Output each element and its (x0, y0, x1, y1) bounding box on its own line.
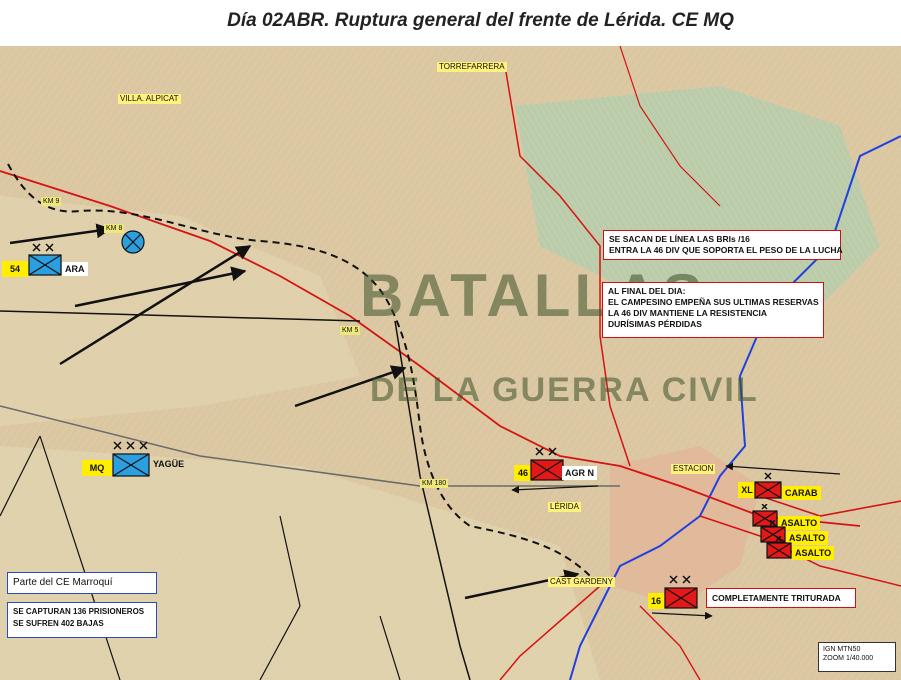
unit-ara-number: 54 (2, 261, 28, 277)
unit-carab-name: CARAB (782, 486, 821, 500)
infantry-division-icon[interactable] (28, 243, 62, 277)
box-ign-line1: IGN MTN50 (823, 646, 861, 653)
km-180: KM 180 (420, 479, 449, 488)
place-cast-gardeny: CAST GARDENY (548, 577, 615, 587)
infantry-division-icon[interactable] (530, 446, 564, 482)
box-ign-line2: ZOOM 1/40.000 (823, 655, 874, 662)
box-parte: Parte del CE Marroquí (7, 572, 157, 594)
page: Día 02ABR. Ruptura general del frente de… (0, 0, 901, 680)
callout-triturada-text: COMPLETAMENTE TRITURADA (712, 593, 841, 603)
place-lerida: LÉRIDA (548, 502, 581, 512)
unit-asalto-name-3: ASALTO (792, 546, 835, 560)
place-torrefarrera: TORREFARRERA (437, 62, 507, 72)
callout-bris-line2: ENTRA LA 46 DIV QUE SOPORTA EL PESO DE L… (609, 245, 843, 255)
unit-16-number: 16 (648, 593, 664, 609)
unit-agr-name: AGR N (562, 466, 597, 480)
infantry-brigade-icon[interactable] (766, 536, 792, 560)
box-prisioneros-line1: SE CAPTURAN 136 PRISIONEROS (13, 607, 145, 616)
unit-ara-name: ARA (62, 262, 88, 276)
unit-asalto-name-2: ASALTO (786, 531, 829, 545)
km-9: KM 9 (41, 197, 62, 206)
unit-mq-name: YAGÜE (153, 459, 185, 469)
km-5: KM 5 (340, 326, 361, 335)
box-prisioneros-line2: SE SUFREN 402 BAJAS (13, 619, 104, 628)
callout-final-dia: AL FINAL DEL DIA: EL CAMPESINO EMPEÑA SU… (602, 282, 824, 338)
nationalist-unit-circle-icon (121, 230, 145, 254)
callout-bris: SE SACAN DE LÍNEA LAS BRIs /16 ENTRA LA … (603, 230, 843, 260)
infantry-army-corps-icon[interactable] (112, 440, 152, 480)
box-parte-text: Parte del CE Marroquí (13, 577, 113, 588)
place-villa-alpicat: VILLA. ALPICAT (118, 94, 181, 104)
callout-bris-line1: SE SACAN DE LÍNEA LAS BRIs /16 (609, 234, 750, 244)
callout-final-line3: LA 46 DIV MANTIENE LA RESISTENCIA (608, 308, 767, 318)
infantry-brigade-icon[interactable] (754, 472, 782, 500)
watermark-line2: DE LA GUERRA CIVIL (370, 371, 759, 409)
callout-triturada: COMPLETAMENTE TRITURADA (706, 588, 856, 608)
infantry-division-icon[interactable] (664, 574, 698, 610)
map-title: Día 02ABR. Ruptura general del frente de… (227, 10, 734, 31)
callout-final-line1: AL FINAL DEL DIA: (608, 286, 686, 296)
callout-final-line2: EL CAMPESINO EMPEÑA SUS ULTIMAS RESERVAS (608, 297, 819, 307)
map[interactable]: BATALLAS DE LA GUERRA CIVIL TORREFARRERA… (0, 46, 901, 680)
box-ign: IGN MTN50 ZOOM 1/40.000 (818, 642, 896, 672)
callout-final-line4: DURÍSIMAS PÉRDIDAS (608, 319, 702, 329)
unit-mq-number: MQ (82, 460, 112, 476)
place-estacion: ESTACION (671, 464, 716, 474)
box-prisioneros: SE CAPTURAN 136 PRISIONEROS SE SUFREN 40… (7, 602, 157, 638)
km-8: KM 8 (104, 224, 125, 233)
